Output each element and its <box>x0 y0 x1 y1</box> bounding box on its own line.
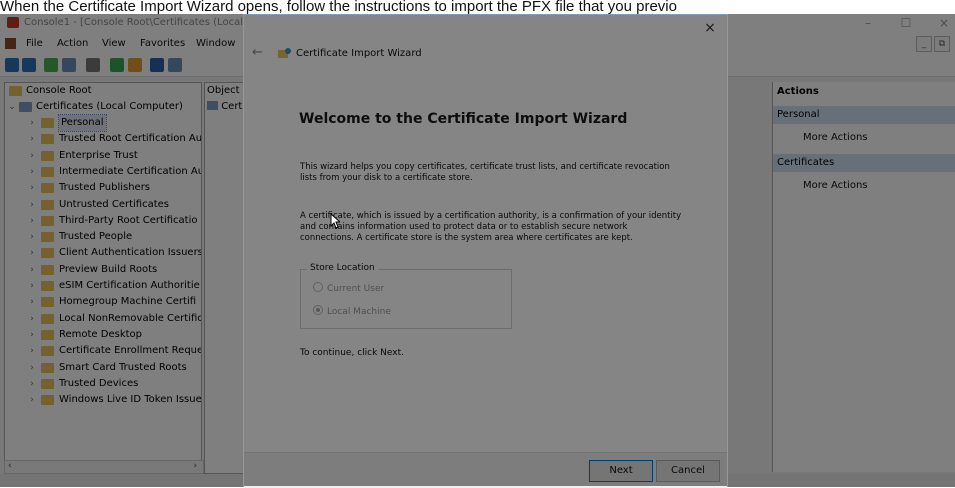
wizard-intro-line-1: This wizard helps you copy certificates,… <box>300 162 670 172</box>
radio-local-machine[interactable]: Local Machine <box>313 305 391 317</box>
wizard-description-line-2: and contains information used to protect… <box>300 222 628 232</box>
wizard-description-line-3: connections. A certificate store is the … <box>300 233 633 243</box>
radio-current-user[interactable]: Current User <box>313 282 384 294</box>
wizard-description-line-1: A certificate, which is issued by a cert… <box>300 211 682 221</box>
certificate-wizard-icon <box>278 48 291 58</box>
radio-local-machine-indicator[interactable] <box>313 305 323 315</box>
radio-current-user-indicator[interactable] <box>313 282 323 292</box>
wizard-close-button[interactable]: × <box>701 19 719 37</box>
next-button[interactable]: Next <box>589 460 653 482</box>
certificate-import-wizard: × ← Certificate Import Wizard Welcome to… <box>243 14 728 488</box>
wizard-footer: Next Cancel <box>244 452 727 488</box>
cancel-button[interactable]: Cancel <box>656 460 720 482</box>
wizard-heading: Welcome to the Certificate Import Wizard <box>299 111 628 127</box>
wizard-intro-line-2: lists from your disk to a certificate st… <box>300 173 473 183</box>
store-location-group: Store Location Current User Local Machin… <box>300 263 512 329</box>
wizard-window-title: Certificate Import Wizard <box>296 48 422 59</box>
wizard-continue-text: To continue, click Next. <box>300 348 404 358</box>
store-location-label: Store Location <box>307 263 378 273</box>
tutorial-caption: When the Certificate Import Wizard opens… <box>0 0 955 14</box>
mouse-pointer-icon <box>330 213 340 229</box>
wizard-dim-overlay <box>244 15 727 486</box>
wizard-back-button[interactable]: ← <box>252 45 263 60</box>
